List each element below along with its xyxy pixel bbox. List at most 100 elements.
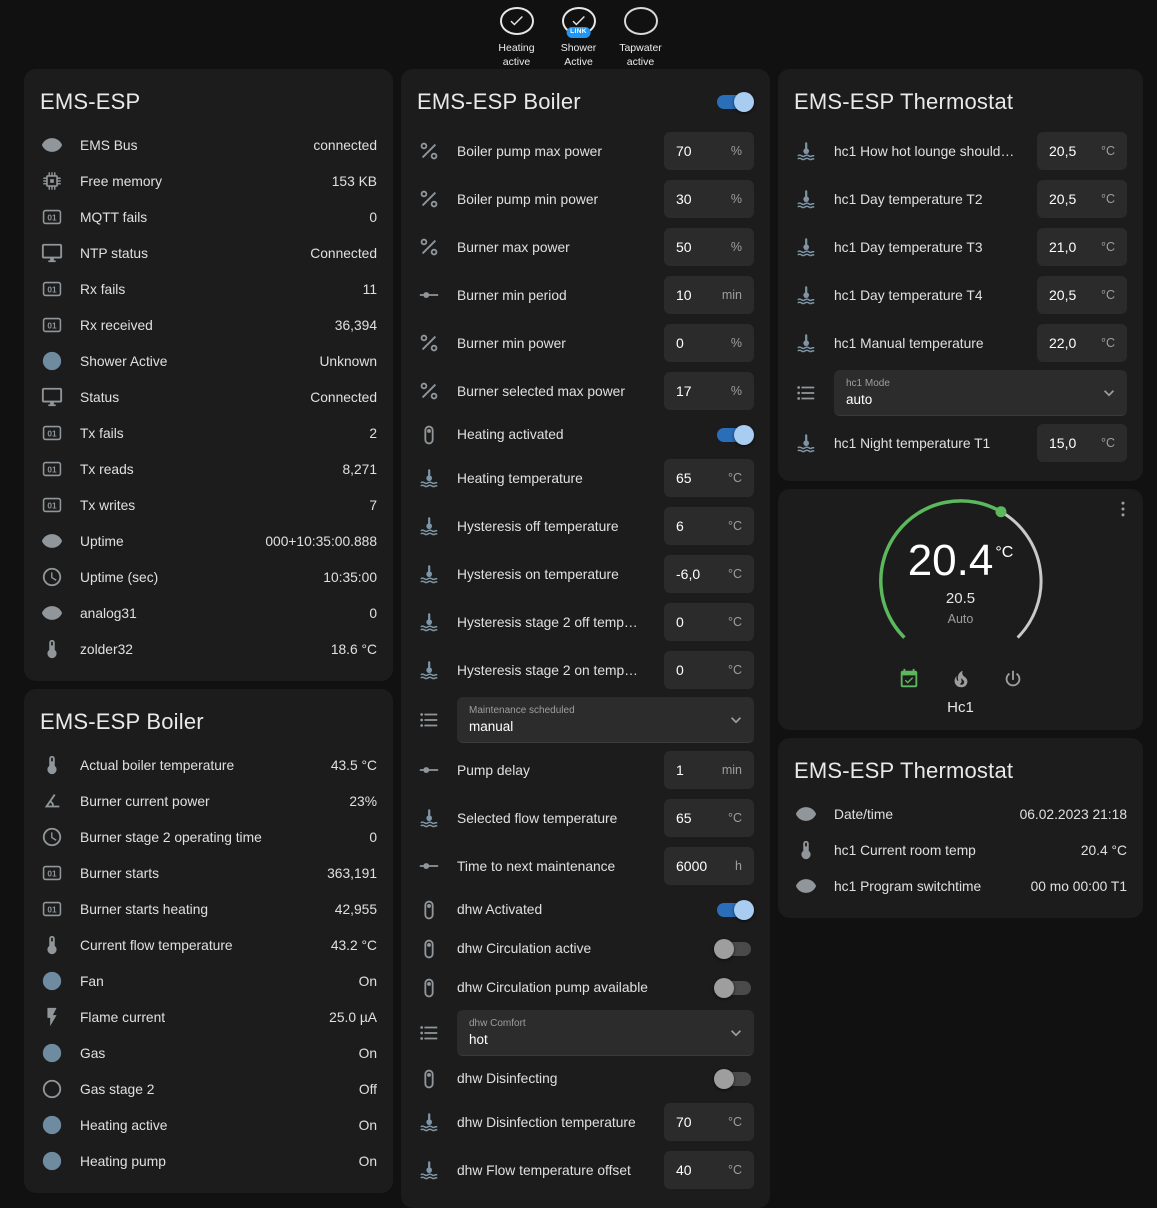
row-heating-activated[interactable]: Heating activated — [417, 415, 754, 454]
row-hc1-manual-temperature[interactable]: hc1 Manual temperature22,0°C — [794, 319, 1127, 367]
row-hysteresis-stage-2-off-temp[interactable]: Hysteresis stage 2 off temp…0°C — [417, 598, 754, 646]
row-burner-selected-max-power[interactable]: Burner selected max power17% — [417, 367, 754, 415]
number-input-hysteresis-stage-2-off-temp[interactable]: 0°C — [664, 603, 754, 641]
badge-tapwater-active-button[interactable] — [624, 7, 658, 35]
number-input-burner-selected-max-power[interactable]: 17% — [664, 372, 754, 410]
row-tx-writes[interactable]: 01Tx writes7 — [40, 487, 377, 523]
row-pump-delay[interactable]: Pump delay1min — [417, 746, 754, 794]
row-fan[interactable]: FanOn — [40, 963, 377, 999]
toggle-heating-activated[interactable] — [717, 428, 751, 442]
row-hc1-day-temperature-t4[interactable]: hc1 Day temperature T420,5°C — [794, 271, 1127, 319]
row-dhw-circulation-active[interactable]: dhw Circulation active — [417, 929, 754, 968]
row-status[interactable]: StatusConnected — [40, 379, 377, 415]
number-input-burner-max-power[interactable]: 50% — [664, 228, 754, 266]
power-icon[interactable] — [1001, 668, 1025, 690]
number-input-hysteresis-on-temperature[interactable]: -6,0°C — [664, 555, 754, 593]
entity-label: Hysteresis on temperature — [457, 567, 648, 582]
row-mqtt-fails[interactable]: 01MQTT fails0 — [40, 199, 377, 235]
row-maintenance-scheduled[interactable]: Maintenance scheduledmanual — [417, 694, 754, 746]
row-analog31[interactable]: analog310 — [40, 595, 377, 631]
row-burner-max-power[interactable]: Burner max power50% — [417, 223, 754, 271]
row-burner-min-power[interactable]: Burner min power0% — [417, 319, 754, 367]
number-input-dhw-flow-temperature-offset[interactable]: 40°C — [664, 1151, 754, 1189]
row-hc1-program-switchtime[interactable]: hc1 Program switchtime00 mo 00:00 T1 — [794, 868, 1127, 904]
row-hysteresis-stage-2-on-temp[interactable]: Hysteresis stage 2 on temp…0°C — [417, 646, 754, 694]
row-current-flow-temperature[interactable]: Current flow temperature43.2 °C — [40, 927, 377, 963]
dots-vertical-icon[interactable] — [1111, 499, 1135, 519]
row-burner-current-power[interactable]: Burner current power23% — [40, 783, 377, 819]
row-flame-current[interactable]: Flame current25.0 µA — [40, 999, 377, 1035]
row-dhw-flow-temperature-offset[interactable]: dhw Flow temperature offset40°C — [417, 1146, 754, 1194]
number-input-selected-flow-temperature[interactable]: 65°C — [664, 799, 754, 837]
row-hc1-day-temperature-t2[interactable]: hc1 Day temperature T220,5°C — [794, 175, 1127, 223]
number-input-hysteresis-off-temperature[interactable]: 6°C — [664, 507, 754, 545]
toggle-dhw-activated[interactable] — [717, 903, 751, 917]
badge-shower-active-button[interactable]: LINK — [562, 7, 596, 35]
row-actual-boiler-temperature[interactable]: Actual boiler temperature43.5 °C — [40, 747, 377, 783]
number-input-burner-min-period[interactable]: 10min — [664, 276, 754, 314]
thermostat-dial[interactable]: 20.4°C 20.5 Auto — [876, 497, 1046, 665]
row-heating-active[interactable]: Heating activeOn — [40, 1107, 377, 1143]
row-hysteresis-off-temperature[interactable]: Hysteresis off temperature6°C — [417, 502, 754, 550]
number-input-pump-delay[interactable]: 1min — [664, 751, 754, 789]
toggle-dhw-disinfecting[interactable] — [717, 1072, 751, 1086]
number-input-hc1-how-hot-lounge-should[interactable]: 20,5°C — [1037, 132, 1127, 170]
badge-heating-active-button[interactable] — [500, 7, 534, 35]
number-input-dhw-disinfection-temperature[interactable]: 70°C — [664, 1103, 754, 1141]
row-rx-fails[interactable]: 01Rx fails11 — [40, 271, 377, 307]
row-free-memory[interactable]: Free memory153 KB — [40, 163, 377, 199]
row-dhw-activated[interactable]: dhw Activated — [417, 890, 754, 929]
row-ntp-status[interactable]: NTP statusConnected — [40, 235, 377, 271]
number-input-hc1-night-temperature-t1[interactable]: 15,0°C — [1037, 424, 1127, 462]
number-input-hc1-day-temperature-t4[interactable]: 20,5°C — [1037, 276, 1127, 314]
number-input-hysteresis-stage-2-on-temp[interactable]: 0°C — [664, 651, 754, 689]
row-burner-min-period[interactable]: Burner min period10min — [417, 271, 754, 319]
number-input-boiler-pump-min-power[interactable]: 30% — [664, 180, 754, 218]
row-heating-temperature[interactable]: Heating temperature65°C — [417, 454, 754, 502]
select-dhw-comfort[interactable]: dhw Comforthot — [457, 1010, 754, 1056]
toggle-dhw-circulation-pump-available[interactable] — [717, 981, 751, 995]
select-maintenance-scheduled[interactable]: Maintenance scheduledmanual — [457, 697, 754, 743]
toggle-dhw-circulation-active[interactable] — [717, 942, 751, 956]
row-hc1-how-hot-lounge-should[interactable]: hc1 How hot lounge should…20,5°C — [794, 127, 1127, 175]
number-input-burner-min-power[interactable]: 0% — [664, 324, 754, 362]
row-boiler-pump-min-power[interactable]: Boiler pump min power30% — [417, 175, 754, 223]
row-selected-flow-temperature[interactable]: Selected flow temperature65°C — [417, 794, 754, 842]
row-uptime-sec[interactable]: Uptime (sec)10:35:00 — [40, 559, 377, 595]
row-tx-fails[interactable]: 01Tx fails2 — [40, 415, 377, 451]
fire-icon[interactable] — [949, 668, 973, 690]
row-date-time[interactable]: Date/time06.02.2023 21:18 — [794, 796, 1127, 832]
row-ems-bus[interactable]: EMS Busconnected — [40, 127, 377, 163]
row-rx-received[interactable]: 01Rx received36,394 — [40, 307, 377, 343]
row-burner-stage-2-operating-time[interactable]: Burner stage 2 operating time0 — [40, 819, 377, 855]
number-input-hc1-day-temperature-t2[interactable]: 20,5°C — [1037, 180, 1127, 218]
number-input-heating-temperature[interactable]: 65°C — [664, 459, 754, 497]
row-dhw-comfort[interactable]: dhw Comforthot — [417, 1007, 754, 1059]
row-dhw-disinfection-temperature[interactable]: dhw Disinfection temperature70°C — [417, 1098, 754, 1146]
boiler-card-power-toggle[interactable] — [717, 95, 751, 109]
row-zolder32[interactable]: zolder3218.6 °C — [40, 631, 377, 667]
row-gas[interactable]: GasOn — [40, 1035, 377, 1071]
row-burner-starts-heating[interactable]: 01Burner starts heating42,955 — [40, 891, 377, 927]
number-input-boiler-pump-max-power[interactable]: 70% — [664, 132, 754, 170]
select-hc1-mode[interactable]: hc1 Modeauto — [834, 370, 1127, 416]
row-burner-starts[interactable]: 01Burner starts363,191 — [40, 855, 377, 891]
row-tx-reads[interactable]: 01Tx reads8,271 — [40, 451, 377, 487]
row-hc1-mode[interactable]: hc1 Modeauto — [794, 367, 1127, 419]
row-gas-stage-2[interactable]: Gas stage 2Off — [40, 1071, 377, 1107]
calendar-check-icon[interactable] — [897, 668, 921, 690]
row-boiler-pump-max-power[interactable]: Boiler pump max power70% — [417, 127, 754, 175]
row-hc1-night-temperature-t1[interactable]: hc1 Night temperature T115,0°C — [794, 419, 1127, 467]
row-hc1-day-temperature-t3[interactable]: hc1 Day temperature T321,0°C — [794, 223, 1127, 271]
row-dhw-disinfecting[interactable]: dhw Disinfecting — [417, 1059, 754, 1098]
row-hc1-current-room-temp[interactable]: hc1 Current room temp20.4 °C — [794, 832, 1127, 868]
row-uptime[interactable]: Uptime000+10:35:00.888 — [40, 523, 377, 559]
number-input-time-to-next-maintenance[interactable]: 6000h — [664, 847, 754, 885]
row-hysteresis-on-temperature[interactable]: Hysteresis on temperature -6,0°C — [417, 550, 754, 598]
number-input-hc1-day-temperature-t3[interactable]: 21,0°C — [1037, 228, 1127, 266]
row-heating-pump[interactable]: Heating pumpOn — [40, 1143, 377, 1179]
row-dhw-circulation-pump-available[interactable]: dhw Circulation pump available — [417, 968, 754, 1007]
row-shower-active[interactable]: Shower ActiveUnknown — [40, 343, 377, 379]
number-input-hc1-manual-temperature[interactable]: 22,0°C — [1037, 324, 1127, 362]
row-time-to-next-maintenance[interactable]: Time to next maintenance6000h — [417, 842, 754, 890]
